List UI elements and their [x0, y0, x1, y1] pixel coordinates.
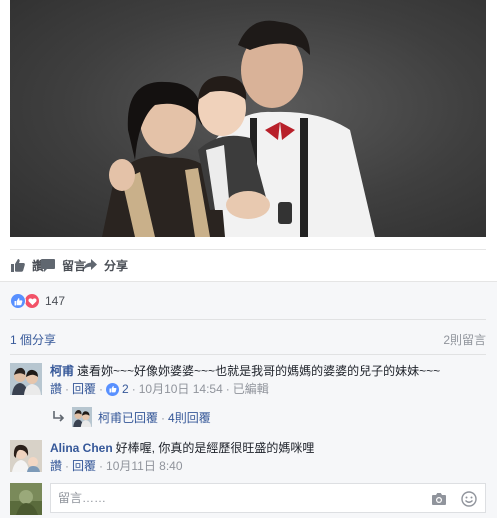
avatar: [10, 483, 42, 515]
comment-composer: [10, 483, 486, 515]
comment-like-link[interactable]: 讚: [50, 458, 62, 474]
smiley-icon[interactable]: [461, 491, 477, 507]
comment-input-box[interactable]: [50, 483, 486, 513]
comment-edited-label[interactable]: 已編輯: [233, 381, 269, 397]
thumbs-up-icon: [10, 257, 26, 273]
divider: [10, 319, 486, 320]
camera-icon[interactable]: [431, 491, 447, 507]
comment-like-count[interactable]: 2: [122, 381, 129, 397]
avatar[interactable]: [10, 440, 42, 472]
reply-arrow-icon: [52, 410, 66, 424]
comment-reply-link[interactable]: 回覆: [72, 458, 96, 474]
comment-author[interactable]: Alina Chen: [50, 441, 113, 455]
like-reaction-icon: [106, 382, 120, 396]
reply-summary-text[interactable]: 柯甫已回覆 · 4則回覆: [98, 409, 211, 426]
comment-body: 柯甫 遠看妳~~~好像妳婆婆~~~也就是我哥的媽媽的婆婆的兒子的妹妹~~~ 讚 ·…: [50, 363, 440, 397]
reply-count: 4則回覆: [168, 410, 211, 425]
comment-meta: 讚 · 回覆 · 2 · 10月10日 14:54 · 已編輯: [50, 381, 269, 397]
post-photo[interactable]: [10, 0, 486, 237]
share-count-link[interactable]: 1 個分享: [10, 331, 56, 348]
reply-summary[interactable]: 柯甫已回覆 · 4則回覆: [52, 406, 211, 428]
composer-tools: [417, 491, 477, 507]
replied-by-label: 柯甫已回覆: [98, 410, 159, 425]
like-reaction-icon: [10, 293, 26, 309]
comment-button-label: 留言: [62, 258, 87, 273]
post-action-bar: 讚 留言 分享: [10, 250, 486, 280]
comment-text: 好棒喔, 你真的是經歷很旺盛的媽咪哩: [115, 441, 315, 455]
comment-timestamp[interactable]: 10月10日 14:54: [139, 381, 223, 397]
comment-input[interactable]: [58, 491, 398, 505]
avatar[interactable]: [10, 363, 42, 395]
family-photo-illustration: [102, 20, 375, 237]
speech-bubble-icon: [40, 257, 56, 273]
post-photo-container: [0, 0, 497, 250]
comment-meta: 讚 · 回覆 · 10月11日 8:40: [50, 458, 183, 474]
feedback-section: 147 1 個分享 2則留言 柯甫 遠看妳~~~好像妳婆婆~~~也就是我哥的媽媽的…: [0, 281, 497, 518]
reaction-count: 147: [45, 294, 66, 308]
comment-item: 柯甫 遠看妳~~~好像妳婆婆~~~也就是我哥的媽媽的婆婆的兒子的妹妹~~~ 讚 ·…: [10, 363, 486, 397]
comment-text: 遠看妳~~~好像妳婆婆~~~也就是我哥的媽媽的婆婆的兒子的妹妹~~~: [77, 364, 441, 378]
comment-count-link[interactable]: 2則留言: [443, 331, 486, 348]
comment-button[interactable]: 留言: [40, 257, 439, 274]
divider: [10, 354, 486, 355]
comment-like-link[interactable]: 讚: [50, 381, 62, 397]
reaction-summary[interactable]: 147: [10, 293, 65, 309]
comment-item: Alina Chen 好棒喔, 你真的是經歷很旺盛的媽咪哩 讚 · 回覆 · 10…: [10, 440, 486, 474]
comment-body: Alina Chen 好棒喔, 你真的是經歷很旺盛的媽咪哩 讚 · 回覆 · 10…: [50, 440, 314, 474]
comment-timestamp[interactable]: 10月11日 8:40: [106, 458, 183, 474]
comment-author[interactable]: 柯甫: [50, 364, 74, 378]
avatar: [72, 407, 92, 427]
love-reaction-icon: [24, 293, 40, 309]
like-button[interactable]: 讚: [10, 257, 44, 274]
comment-reply-link[interactable]: 回覆: [72, 381, 96, 397]
share-comment-summary: 1 個分享 2則留言: [10, 326, 486, 352]
